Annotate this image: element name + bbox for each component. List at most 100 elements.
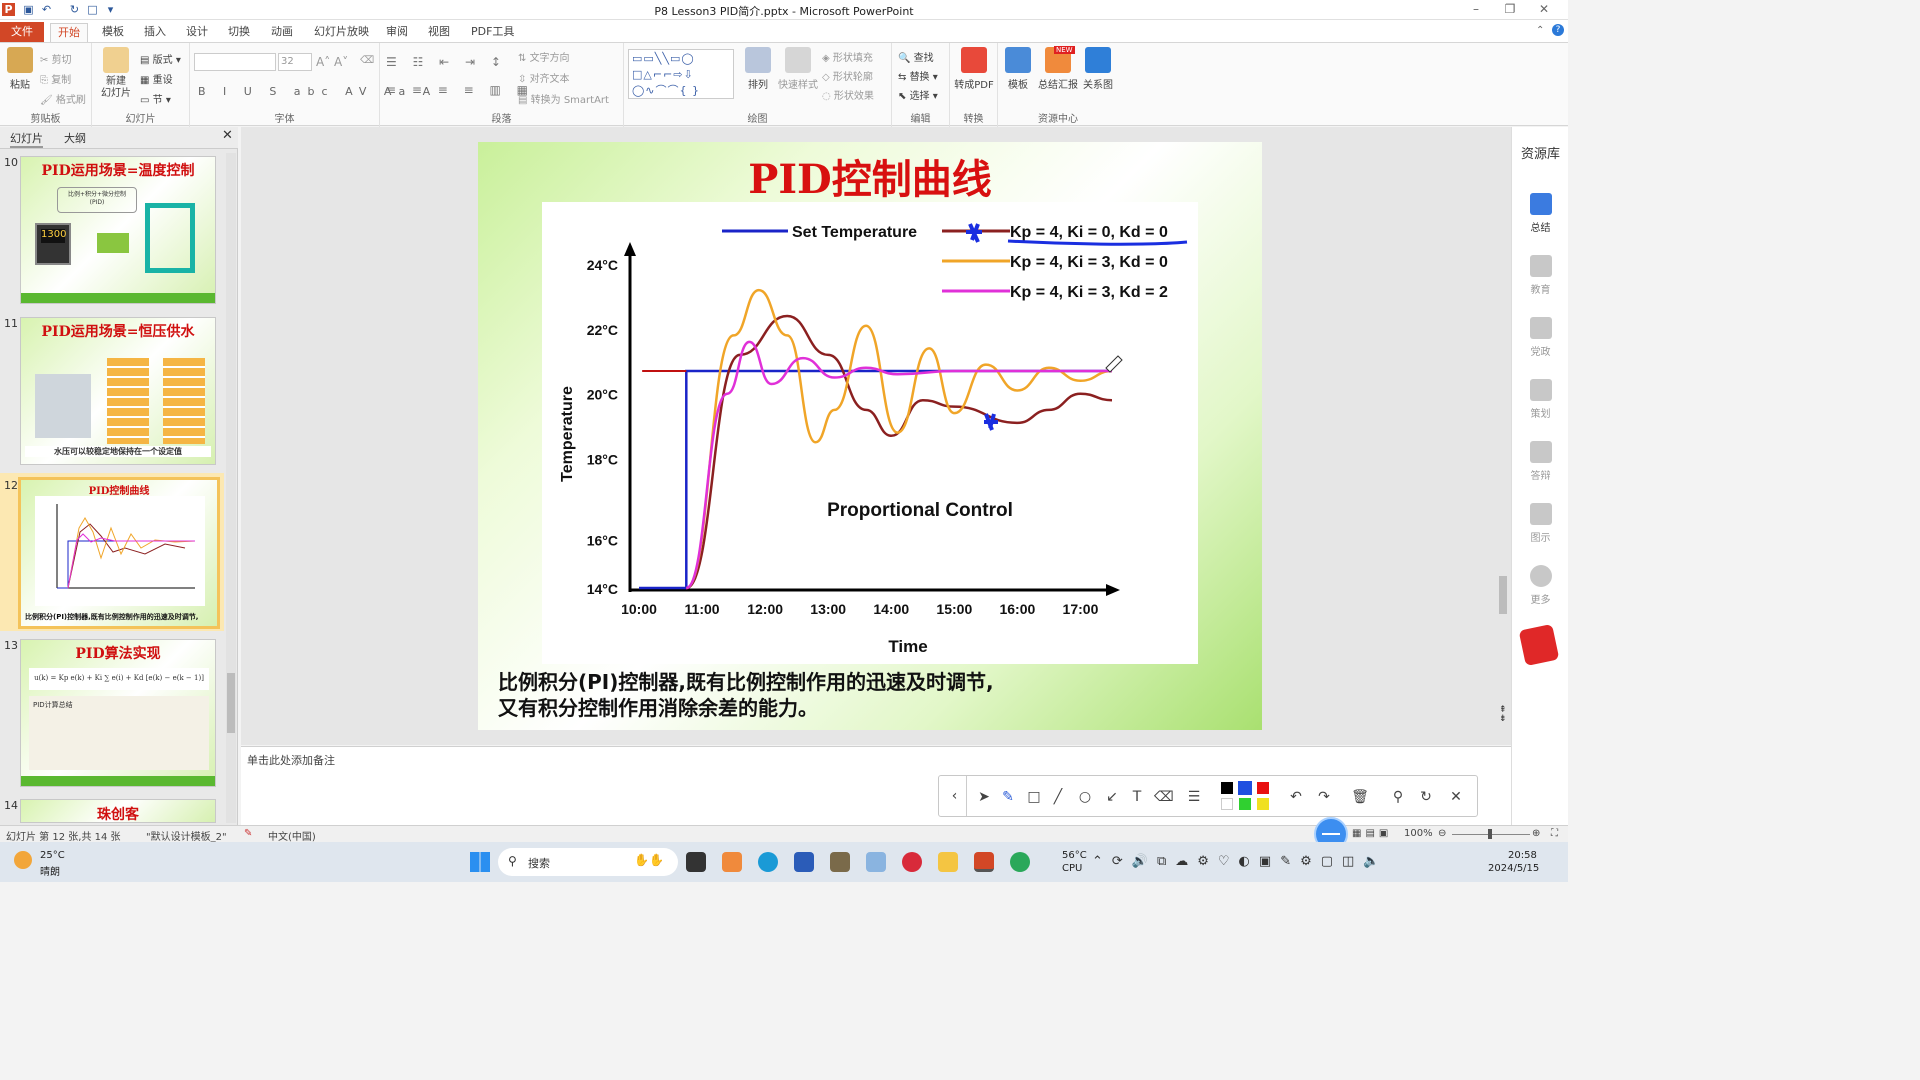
section-button[interactable]: ▭ 节 ▾	[140, 91, 171, 106]
layout-button[interactable]: ▤ 版式 ▾	[140, 51, 181, 66]
grow-font-icon[interactable]: A˄ A˅	[316, 55, 348, 69]
tab-home[interactable]: 开始	[50, 23, 88, 42]
quick-styles-button[interactable]: 快速样式	[776, 47, 820, 91]
shape-effects-button[interactable]: ◌ 形状效果	[822, 87, 874, 102]
font-size-select[interactable]: 32	[278, 53, 312, 71]
text-direction-button[interactable]: ⇅ 文字方向	[518, 49, 570, 64]
minimize-button[interactable]: –	[1466, 2, 1486, 18]
close-panel-icon[interactable]: ✕	[222, 128, 233, 143]
sidebar-item-summary[interactable]: 总结	[1512, 193, 1569, 234]
font-name-select[interactable]	[194, 53, 276, 71]
delete-icon[interactable]: 🗑	[1351, 788, 1369, 806]
shape-fill-button[interactable]: ◈ 形状填充	[822, 49, 873, 64]
sidebar-item-education[interactable]: 教育	[1512, 255, 1569, 296]
paste-button[interactable]: 粘贴	[0, 47, 40, 91]
sidebar-item-planning[interactable]: 策划	[1512, 379, 1569, 420]
zoom-slider-thumb[interactable]	[1488, 829, 1492, 839]
pen-icon[interactable]: ✎	[999, 788, 1017, 806]
arrange-button[interactable]: 排列	[738, 47, 778, 91]
color-swatch-green[interactable]	[1239, 798, 1251, 810]
line-width-icon[interactable]: ☰	[1185, 788, 1203, 806]
tab-view[interactable]: 视图	[422, 23, 456, 42]
edge-icon[interactable]	[758, 852, 778, 872]
start-icon[interactable]	[470, 852, 490, 872]
clear-icon[interactable]: ↻	[1417, 788, 1435, 806]
slide-thumb-10[interactable]: PID运用场景=温度控制 比例+积分+微分控制 (PID) 1300	[20, 156, 216, 304]
slide-thumb-14[interactable]: 珠创客	[20, 799, 216, 823]
align-text-button[interactable]: ⇳ 对齐文本	[518, 70, 570, 85]
red-packet-icon[interactable]	[1518, 623, 1560, 667]
convert-pdf-button[interactable]: 转成PDF	[952, 47, 996, 91]
help-icon[interactable]: ?	[1552, 24, 1564, 36]
explorer-icon[interactable]	[938, 852, 958, 872]
color-swatch-white[interactable]	[1221, 798, 1233, 810]
tab-pdf-tools[interactable]: PDF工具	[465, 23, 520, 42]
notes-placeholder[interactable]: 单击此处添加备注	[247, 752, 335, 768]
app-icon[interactable]	[902, 852, 922, 872]
tray-icons[interactable]: ⌃⟳🔊⧉☁⚙♡◐▣✎⚙▢◫🔈	[1092, 854, 1389, 869]
wechat-icon[interactable]	[1010, 852, 1030, 872]
tab-slideshow[interactable]: 幻灯片放映	[308, 23, 375, 42]
fit-slide-icon[interactable]: ⛶	[1551, 828, 1558, 839]
smartart-button[interactable]: ▤ 转换为 SmartArt	[518, 91, 609, 106]
cut-button[interactable]: ✂ 剪切	[40, 51, 72, 66]
restore-button[interactable]: ❐	[1500, 2, 1520, 18]
find-button[interactable]: 🔍 查找	[898, 49, 934, 64]
slide-scrollbar[interactable]	[1497, 130, 1509, 696]
color-swatch-black[interactable]	[1221, 782, 1233, 794]
tab-slides[interactable]: 幻灯片	[10, 130, 43, 148]
app-icon[interactable]	[830, 852, 850, 872]
tab-template[interactable]: 模板	[96, 23, 130, 42]
shapes-gallery[interactable]: ▭▭╲╲▭◯ □△⌐⌐⇨⇩ ◯∿⌒⌒{ }	[628, 49, 734, 99]
zoom-icon[interactable]: ⚲	[1389, 788, 1407, 806]
redo-icon[interactable]: ↷	[1315, 788, 1333, 806]
task-view-icon[interactable]	[686, 852, 706, 872]
circle-icon[interactable]: ○	[1076, 788, 1094, 806]
text-icon[interactable]: T	[1128, 788, 1146, 806]
tab-file[interactable]: 文件	[0, 22, 44, 42]
list-buttons[interactable]: ☰ ☷ ⇤ ⇥ ↕	[386, 55, 507, 69]
align-buttons[interactable]: ≡ ≡ ≡ ≡ ▥ ▦	[386, 83, 534, 97]
tab-insert[interactable]: 插入	[138, 23, 172, 42]
close-toolbar-icon[interactable]: ✕	[1447, 788, 1465, 806]
slide-caption[interactable]: 比例积分(PI)控制器,既有比例控制作用的迅速及时调节, 又有积分控制作用消除余…	[498, 669, 994, 721]
language[interactable]: 中文(中国)	[268, 828, 316, 843]
scroll-thumb[interactable]	[227, 673, 235, 733]
sidebar-item-defense[interactable]: 答辩	[1512, 441, 1569, 482]
weather-icon[interactable]	[14, 851, 32, 869]
prev-next-slide-buttons[interactable]: ⇞ ⇟	[1499, 706, 1507, 724]
app-icon[interactable]	[866, 852, 886, 872]
tab-review[interactable]: 审阅	[380, 23, 414, 42]
eraser-icon[interactable]: ⌫	[1154, 788, 1174, 806]
line-icon[interactable]: ╱	[1049, 788, 1067, 806]
chart-container[interactable]: 24°C 22°C 20°C 18°C 16°C 14°C 10:00 11:00 12:00 1…	[542, 202, 1198, 664]
zoom-in-icon[interactable]: ⊕	[1532, 828, 1540, 839]
slide-title[interactable]: PID控制曲线	[478, 147, 1262, 205]
slide-thumb-13[interactable]: PID算法实现 u(k) = Kp e(k) + Ki ∑ e(i) + Kd …	[20, 639, 216, 787]
reset-button[interactable]: ▦ 重设	[140, 71, 173, 86]
color-swatch-red[interactable]	[1257, 782, 1269, 794]
taskbar-search[interactable]: ⚲ 搜索 ✋✋	[498, 848, 678, 876]
slide-thumb-11[interactable]: PID运用场景=恒压供水 水压可以较稳定地保持在一个设定值	[20, 317, 216, 465]
select-button[interactable]: ⬉ 选择 ▾	[898, 87, 938, 102]
collapse-ribbon-icon[interactable]: ⌃	[1536, 25, 1544, 36]
replace-button[interactable]: ⇆ 替换 ▾	[898, 68, 938, 83]
panel-scrollbar[interactable]	[226, 153, 236, 823]
sidebar-item-diagram[interactable]: 图示	[1512, 503, 1569, 544]
word-icon[interactable]	[794, 852, 814, 872]
sidebar-item-party[interactable]: 党政	[1512, 317, 1569, 358]
app-icon[interactable]	[722, 852, 742, 872]
slide-thumb-12[interactable]: PID控制曲线 比例积分(PI)控制器,既有比例控制作用的迅速及时调节,	[18, 477, 220, 629]
color-swatch-blue[interactable]	[1238, 781, 1252, 795]
arrow-icon[interactable]: ↙	[1103, 788, 1121, 806]
theme-name[interactable]: "默认设计模板_2"	[146, 828, 227, 843]
relation-chart-button[interactable]: 关系图	[1078, 47, 1118, 91]
powerpoint-icon[interactable]	[974, 852, 994, 872]
tab-transitions[interactable]: 切换	[222, 23, 256, 42]
scroll-thumb[interactable]	[1499, 576, 1507, 614]
spellcheck-icon[interactable]: ✎	[244, 828, 252, 839]
pointer-icon[interactable]: ➤	[975, 788, 993, 806]
clear-format-icon[interactable]: ⌫	[360, 55, 374, 66]
template-button[interactable]: 模板	[998, 47, 1038, 91]
color-swatch-yellow[interactable]	[1257, 798, 1269, 810]
